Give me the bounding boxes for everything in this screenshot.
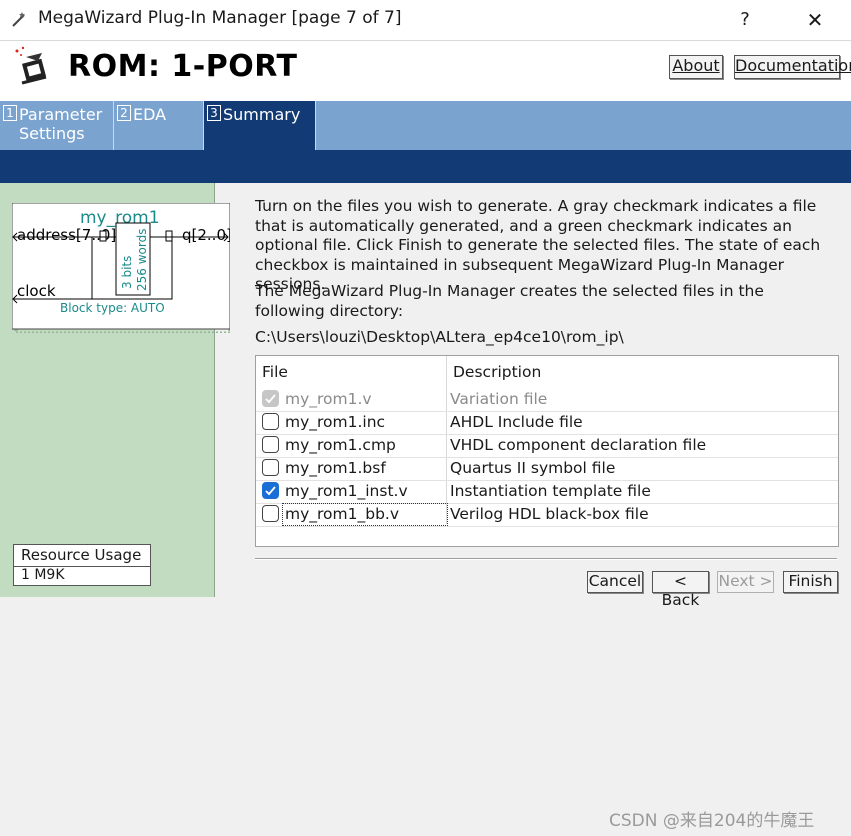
resource-usage-value: 1 M9K	[21, 567, 65, 583]
file-name: my_rom1_bb.v	[285, 505, 400, 523]
table-header: File Description	[256, 356, 838, 388]
rom-symbol-diagram: my_rom1 address[7..0] q[2..0] 3 bits 256…	[12, 203, 230, 333]
checkmark-icon	[265, 394, 276, 404]
file-checkbox[interactable]	[262, 482, 279, 499]
bits-label: 3 bits	[120, 256, 134, 289]
wand-icon	[12, 12, 25, 27]
table-row: my_rom1.v Variation file	[256, 388, 838, 412]
file-name: my_rom1.bsf	[285, 459, 386, 477]
page-heading: ROM: 1-PORT	[68, 49, 298, 84]
words-label: 256 words	[135, 229, 149, 291]
tab-number: 2	[117, 105, 131, 121]
file-checkbox	[262, 390, 279, 407]
finish-button[interactable]: Finish	[783, 571, 838, 593]
watermark-text: CSDN @来自204的牛魔王	[609, 811, 815, 831]
table-row: my_rom1_inst.v Instantiation template fi…	[256, 480, 838, 504]
window-title: MegaWizard Plug-In Manager [page 7 of 7]	[38, 8, 402, 28]
megawizard-logo-icon	[15, 46, 47, 85]
clock-port-label: clock	[17, 282, 56, 300]
documentation-button[interactable]: Documentation	[734, 55, 851, 79]
file-name: my_rom1.v	[285, 390, 372, 408]
back-button[interactable]: < Back	[652, 571, 709, 609]
wizard-header: ROM: 1-PORT About Documentation	[0, 41, 851, 101]
file-name: my_rom1.cmp	[285, 436, 396, 454]
checkmark-icon	[265, 486, 276, 496]
resource-usage-box: Resource Usage 1 M9K	[13, 544, 151, 586]
file-description: VHDL component declaration file	[450, 436, 707, 454]
tab-label: Summary	[223, 105, 301, 124]
button-divider	[255, 558, 837, 560]
instructions-text: Turn on the files you wish to generate. …	[255, 197, 821, 293]
title-bar: MegaWizard Plug-In Manager [page 7 of 7]…	[0, 0, 851, 41]
tab-content-bar	[0, 150, 851, 183]
cancel-button[interactable]: Cancel	[587, 571, 643, 593]
file-description: AHDL Include file	[450, 413, 583, 431]
tab-number: 3	[207, 105, 221, 121]
symbol-panel: my_rom1 address[7..0] q[2..0] 3 bits 256…	[0, 183, 230, 597]
block-type-label: Block type: AUTO	[60, 301, 165, 315]
tab-label: EDA	[133, 105, 167, 124]
file-description: Variation file	[450, 390, 548, 408]
wizard-tabs: 1 Parameter Settings 2 EDA 3 Summary	[0, 101, 851, 150]
file-checkbox[interactable]	[262, 459, 279, 476]
file-checkbox[interactable]	[262, 413, 279, 430]
file-description: Verilog HDL black-box file	[450, 505, 649, 523]
tab-summary[interactable]: 3 Summary	[204, 101, 316, 150]
output-directory-path: C:\Users\louzi\Desktop\ALtera_ep4ce10\ro…	[255, 328, 624, 346]
help-button[interactable]: ?	[730, 6, 760, 34]
file-checkbox[interactable]	[262, 436, 279, 453]
file-description: Quartus II symbol file	[450, 459, 616, 477]
resource-usage-label: Resource Usage	[14, 545, 150, 567]
table-row: my_rom1_bb.v Verilog HDL black-box file	[256, 503, 838, 527]
table-row: my_rom1.inc AHDL Include file	[256, 411, 838, 435]
tab-eda[interactable]: 2 EDA	[114, 101, 204, 150]
close-button[interactable]: ✕	[798, 6, 832, 34]
description-column-header[interactable]: Description	[453, 363, 541, 381]
tab-label: Parameter Settings	[19, 105, 103, 143]
file-name: my_rom1_inst.v	[285, 482, 408, 500]
file-name: my_rom1.inc	[285, 413, 386, 431]
about-button[interactable]: About	[669, 55, 723, 79]
directory-note: The MegaWizard Plug-In Manager creates t…	[255, 282, 764, 320]
file-checkbox[interactable]	[262, 505, 279, 522]
file-description: Instantiation template file	[450, 482, 651, 500]
file-list-table: File Description my_rom1.v Variation fil…	[255, 355, 839, 547]
tab-number: 1	[3, 105, 17, 121]
q-port-label: q[2..0]	[182, 226, 230, 244]
next-button[interactable]: Next >	[717, 571, 774, 593]
tab-parameter-settings[interactable]: 1 Parameter Settings	[0, 101, 114, 150]
table-row: my_rom1.cmp VHDL component declaration f…	[256, 434, 838, 458]
table-row: my_rom1.bsf Quartus II symbol file	[256, 457, 838, 481]
file-column-header[interactable]: File	[262, 363, 288, 381]
